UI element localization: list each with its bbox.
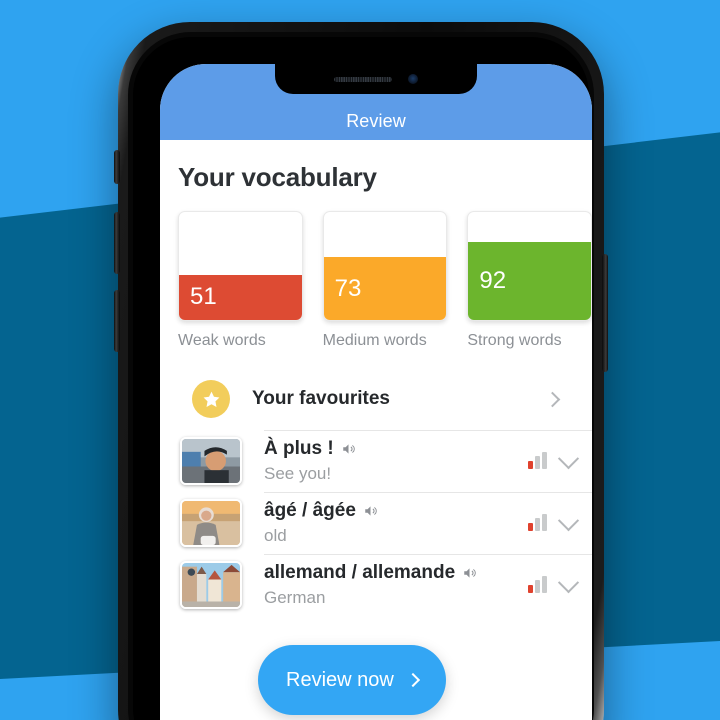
avatar: [180, 437, 242, 485]
mute-switch-button[interactable]: [114, 150, 120, 184]
vocabulary-term-row: allemand / allemande: [264, 562, 528, 584]
phone-notch: [275, 64, 477, 94]
phone-screen: Review Your vocabulary 51 Weak words 73 …: [160, 64, 592, 720]
volume-up-button[interactable]: [114, 212, 120, 274]
list-item-accessory: [528, 509, 592, 531]
vocabulary-stats: 51 Weak words 73 Medium words 92 Strong …: [160, 193, 592, 350]
favourites-label: Your favourites: [252, 388, 390, 409]
chevron-down-icon[interactable]: [557, 509, 580, 531]
chevron-down-icon[interactable]: [557, 447, 580, 469]
stat-card: 51: [178, 211, 303, 321]
speaker-icon[interactable]: [462, 566, 477, 580]
poster-stage: Review Your vocabulary 51 Weak words 73 …: [0, 0, 720, 720]
stat-medium-words[interactable]: 73 Medium words: [322, 211, 448, 350]
front-camera-icon: [408, 74, 418, 84]
star-icon: [192, 380, 230, 418]
chevron-down-icon[interactable]: [557, 571, 580, 593]
speaker-icon[interactable]: [341, 442, 356, 456]
stat-strong-words[interactable]: 92 Strong words: [467, 211, 592, 350]
stat-value: 73: [334, 274, 362, 302]
vocabulary-term: âgé / âgée: [264, 500, 356, 521]
list-item-accessory: [528, 571, 592, 593]
vocabulary-term-row: âgé / âgée: [264, 500, 528, 522]
page-header-title: Review: [346, 111, 406, 131]
stat-value: 92: [479, 267, 507, 295]
vocabulary-translation: old: [264, 526, 287, 545]
stat-fill-bar: 73: [323, 257, 447, 320]
review-now-button[interactable]: Review now: [258, 645, 446, 715]
page-title: Your vocabulary: [178, 162, 377, 192]
screen-content: Your vocabulary 51 Weak words 73 Medium …: [160, 140, 592, 720]
signal-bar-1: [528, 461, 533, 469]
table-row[interactable]: âgé / âgée old: [178, 492, 592, 554]
vocabulary-term: À plus !: [264, 438, 334, 459]
vocabulary-term: allemand / allemande: [264, 562, 456, 583]
earpiece-speaker-icon: [334, 76, 392, 82]
stat-fill-bar: 51: [179, 274, 302, 320]
list-item-favourites[interactable]: Your favourites: [178, 368, 592, 430]
vocabulary-translation: See you!: [264, 464, 332, 483]
stat-label: Strong words: [467, 332, 562, 349]
signal-bar-1: [528, 585, 533, 593]
avatar: [180, 561, 242, 609]
signal-bar-3: [542, 576, 547, 593]
vocabulary-translation: German: [264, 588, 326, 607]
table-row[interactable]: allemand / allemande German: [178, 554, 592, 616]
list-item-accessory: [544, 391, 592, 407]
volume-down-button[interactable]: [114, 290, 120, 352]
signal-bar-2: [535, 580, 540, 593]
list-item-accessory: [528, 447, 592, 469]
stat-card: 73: [322, 211, 448, 321]
avatar: [180, 499, 242, 547]
power-button[interactable]: [602, 254, 608, 372]
signal-bar-3: [542, 452, 547, 469]
stat-fill-bar: 92: [468, 242, 592, 320]
signal-bars-icon: [528, 576, 547, 593]
phone-bezel-core: Review Your vocabulary 51 Weak words 73 …: [133, 37, 592, 720]
stat-value: 51: [190, 283, 217, 311]
speaker-icon[interactable]: [363, 504, 378, 518]
signal-bar-2: [535, 518, 540, 531]
list-item-body: Your favourites: [230, 388, 547, 410]
review-now-label: Review now: [286, 668, 394, 691]
phone-device-frame: Review Your vocabulary 51 Weak words 73 …: [114, 22, 608, 720]
list-item-body: allemand / allemande German: [242, 562, 528, 608]
signal-bars-icon: [528, 452, 547, 469]
stat-weak-words[interactable]: 51 Weak words: [178, 211, 303, 350]
list-item-body: À plus ! See you!: [242, 438, 528, 484]
vocabulary-list: Your favourites À plus ! See you! âgé / …: [160, 368, 592, 616]
signal-bars-icon: [528, 514, 547, 531]
signal-bar-3: [542, 514, 547, 531]
signal-bar-1: [528, 523, 533, 531]
table-row[interactable]: À plus ! See you!: [178, 430, 592, 492]
stat-label: Weak words: [178, 332, 266, 349]
vocabulary-term-row: À plus !: [264, 438, 528, 460]
chevron-right-icon[interactable]: [544, 391, 561, 407]
signal-bar-2: [535, 456, 540, 469]
stat-card: 92: [467, 211, 592, 321]
stat-label: Medium words: [322, 332, 427, 349]
chevron-right-icon: [405, 672, 420, 688]
list-item-body: âgé / âgée old: [242, 500, 528, 546]
phone-bezel-inner: Review Your vocabulary 51 Weak words 73 …: [128, 32, 594, 720]
